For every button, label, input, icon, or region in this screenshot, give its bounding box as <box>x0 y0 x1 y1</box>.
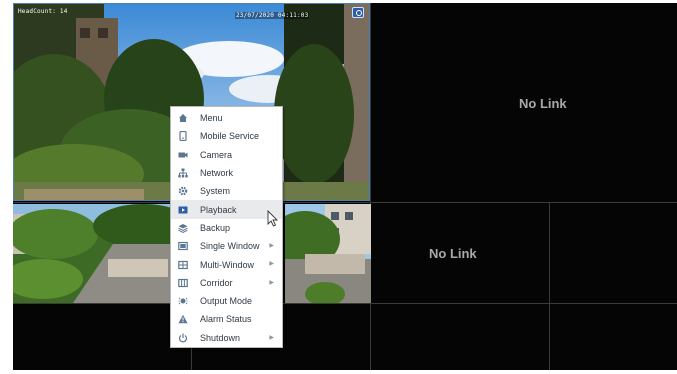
menu-item-alarm-status[interactable]: Alarm Status <box>171 310 282 328</box>
context-menu: Menu Mobile Service Camera Network Syste… <box>170 106 283 348</box>
corridor-icon <box>177 277 188 288</box>
menu-item-label: Corridor <box>200 277 233 288</box>
camera-tile-2[interactable] <box>13 204 183 303</box>
menu-item-multi-window[interactable]: Multi-Window ▶ <box>171 255 282 273</box>
menu-item-system[interactable]: System <box>171 182 282 200</box>
grid-line <box>549 203 550 370</box>
submenu-arrow-icon: ▶ <box>269 243 274 250</box>
home-icon <box>177 113 188 124</box>
mouse-cursor-icon <box>267 210 278 227</box>
output-mode-icon <box>177 296 188 307</box>
menu-item-output-mode[interactable]: Output Mode <box>171 292 282 310</box>
camera-timestamp: 23/07/2020 04:11:03 <box>235 12 310 19</box>
video-wall: HeadCount: 14 23/07/2020 04:11:03 No Lin… <box>13 3 677 370</box>
menu-item-label: Single Window <box>200 241 260 252</box>
menu-item-single-window[interactable]: Single Window ▶ <box>171 237 282 255</box>
mobile-icon <box>177 131 188 142</box>
submenu-arrow-icon: ▶ <box>269 334 274 341</box>
menu-item-camera[interactable]: Camera <box>171 146 282 164</box>
stack-icon <box>177 222 188 233</box>
menu-item-label: Playback <box>200 204 237 215</box>
no-link-label: No Link <box>519 96 567 111</box>
multi-window-icon <box>177 259 188 270</box>
camera-feed-image <box>13 204 183 303</box>
submenu-arrow-icon: ▶ <box>269 261 274 268</box>
grid-line <box>370 3 371 370</box>
play-icon <box>177 204 188 215</box>
gear-icon <box>177 186 188 197</box>
menu-item-mobile-service[interactable]: Mobile Service <box>171 127 282 145</box>
alarm-icon <box>177 314 188 325</box>
menu-item-menu[interactable]: Menu <box>171 109 282 127</box>
camera-feed-image <box>285 204 371 303</box>
menu-item-label: Camera <box>200 149 233 160</box>
camera-icon <box>177 149 188 160</box>
menu-item-label: Shutdown <box>200 332 241 343</box>
grid-line <box>13 202 677 203</box>
menu-item-label: Multi-Window <box>200 259 255 270</box>
no-link-label: No Link <box>429 246 477 261</box>
menu-item-corridor[interactable]: Corridor ▶ <box>171 274 282 292</box>
menu-item-label: Mobile Service <box>200 131 260 142</box>
menu-item-label: Backup <box>200 222 231 233</box>
network-icon <box>177 168 188 179</box>
menu-item-shutdown[interactable]: Shutdown ▶ <box>171 329 282 347</box>
menu-item-label: Alarm Status <box>200 314 252 325</box>
menu-item-label: System <box>200 186 231 197</box>
menu-item-network[interactable]: Network <box>171 164 282 182</box>
menu-item-playback[interactable]: Playback <box>171 200 282 219</box>
power-icon <box>177 332 188 343</box>
menu-item-label: Network <box>200 168 234 179</box>
single-window-icon <box>177 241 188 252</box>
camera-tile-3[interactable] <box>285 204 371 303</box>
menu-item-label: Menu <box>200 113 223 124</box>
headcount-label: HeadCount: 14 <box>18 8 68 15</box>
camera-settings-button[interactable] <box>352 7 364 18</box>
submenu-arrow-icon: ▶ <box>269 279 274 286</box>
menu-item-label: Output Mode <box>200 296 253 307</box>
menu-item-backup[interactable]: Backup <box>171 219 282 237</box>
grid-line <box>13 303 677 304</box>
